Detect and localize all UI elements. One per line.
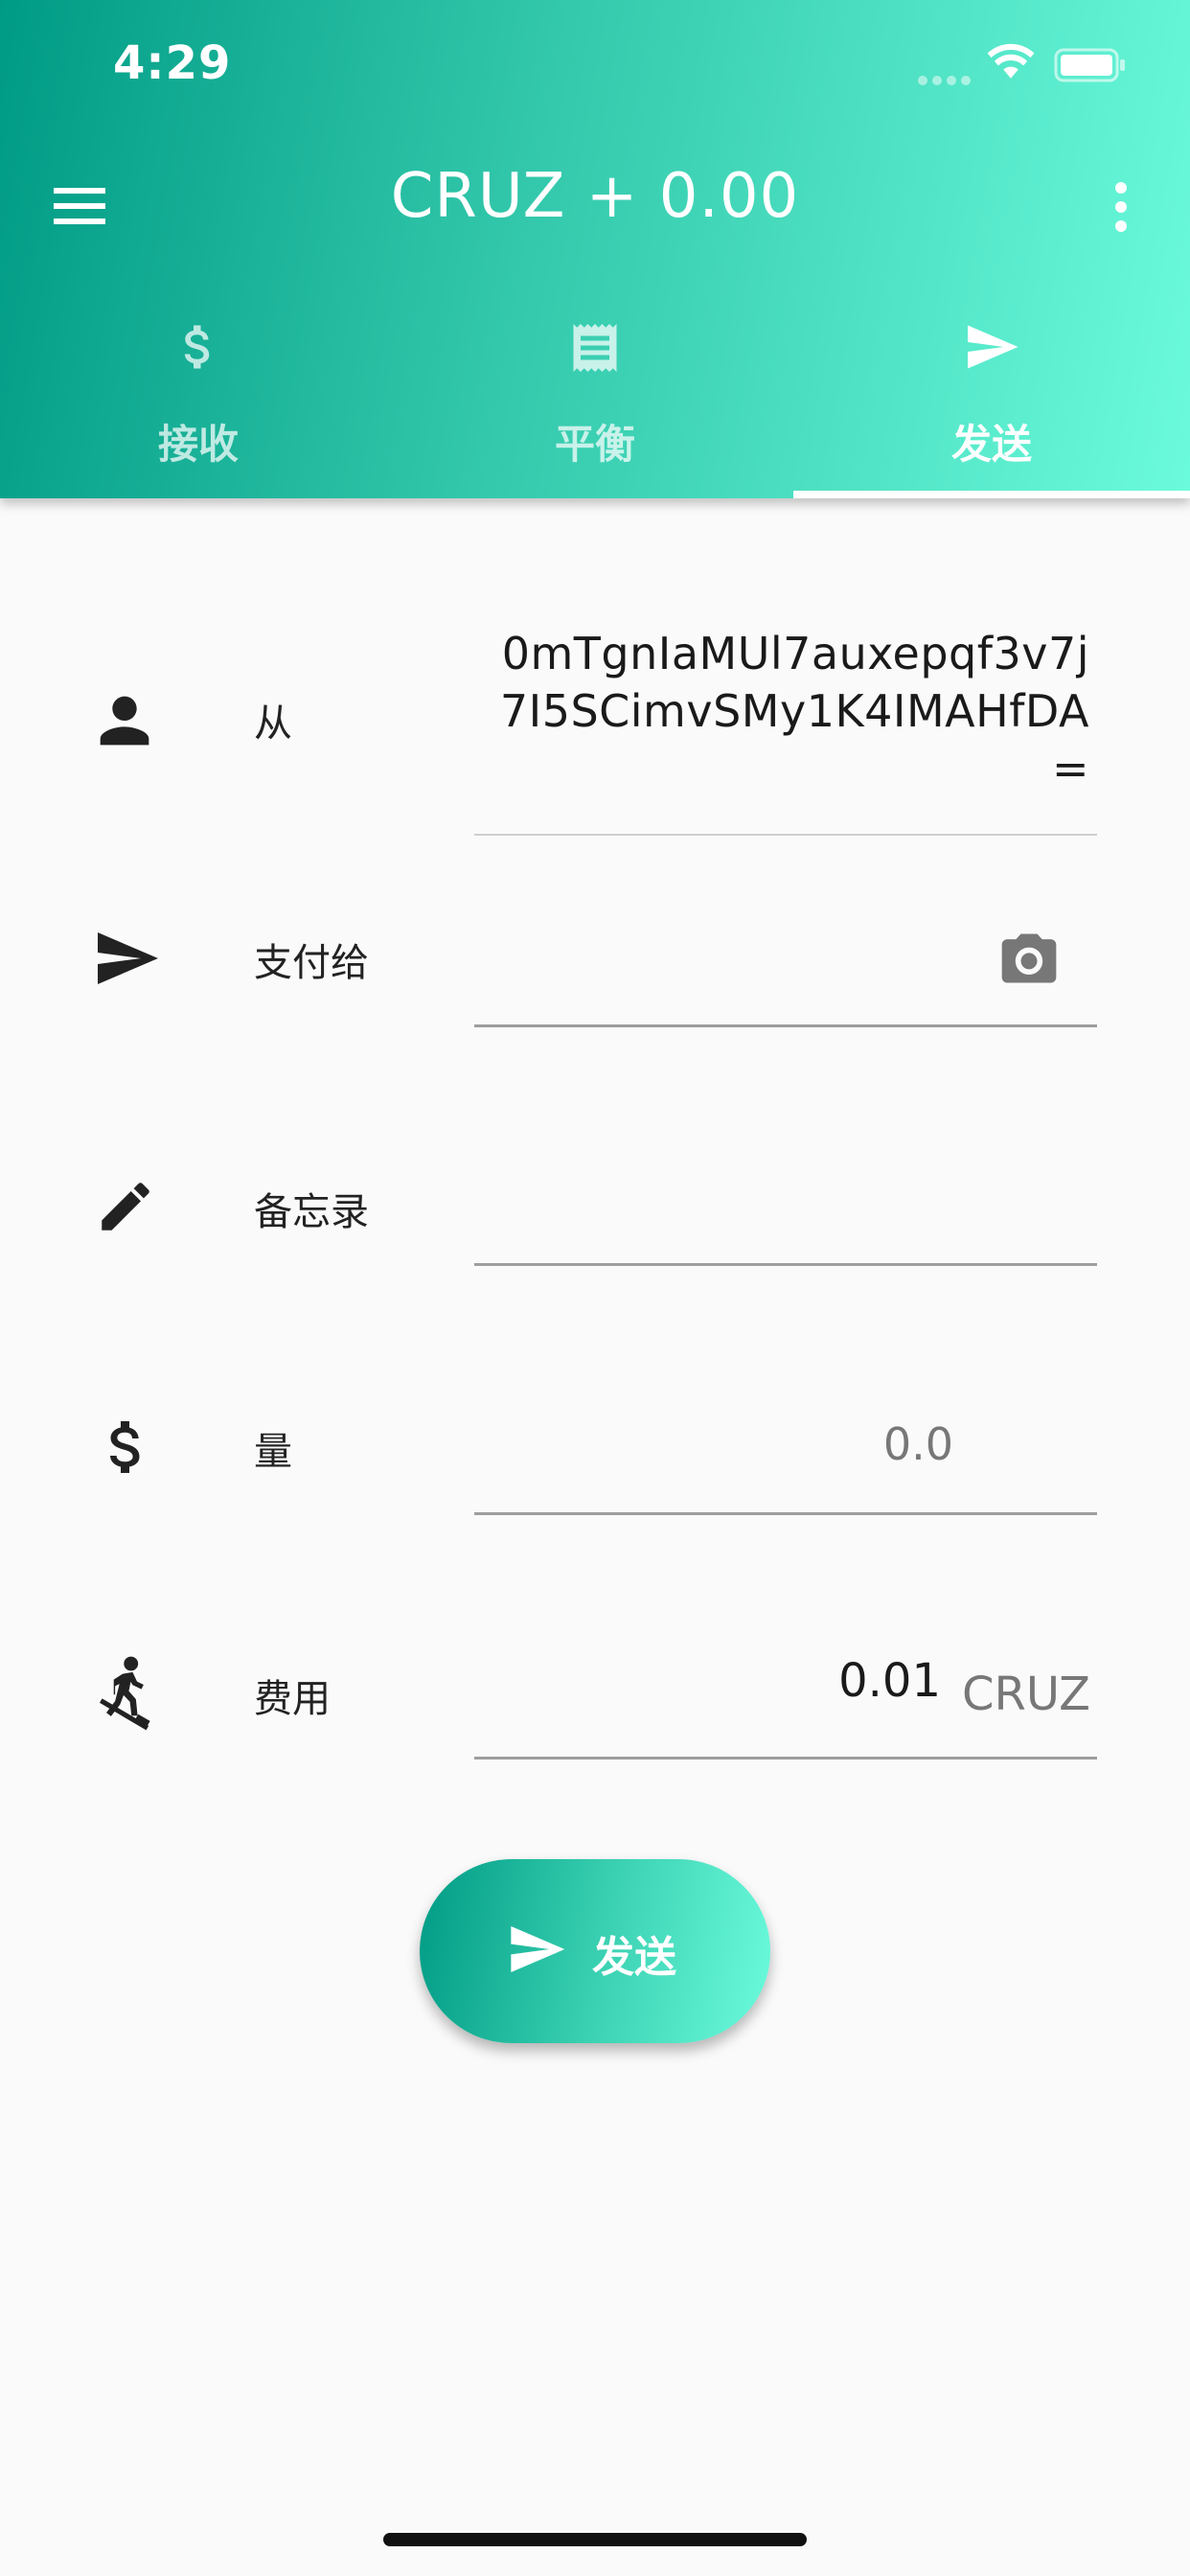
send-icon xyxy=(98,932,158,984)
pay-to-label: 支付给 xyxy=(254,941,369,985)
send-icon xyxy=(511,1926,565,1972)
from-underline xyxy=(474,834,1097,836)
send-button-label: 发送 xyxy=(592,1933,676,1982)
tab-label-send: 发送 xyxy=(950,421,1032,468)
dollar-icon xyxy=(184,325,210,369)
fee-underline xyxy=(474,1757,1097,1760)
status-time: 4:29 xyxy=(113,36,232,90)
fee-label: 费用 xyxy=(254,1677,331,1721)
home-indicator[interactable] xyxy=(383,2533,807,2546)
hiking-icon xyxy=(99,1656,150,1731)
from-label: 从 xyxy=(254,702,292,746)
amount-underline xyxy=(474,1512,1097,1515)
fee-unit: CRUZ xyxy=(962,1668,1091,1721)
memo-input[interactable] xyxy=(474,1169,1097,1246)
tab-label-receive: 接收 xyxy=(157,421,239,468)
pay-to-input[interactable] xyxy=(474,1024,1097,1027)
tab-send[interactable]: 发送 xyxy=(793,307,1190,498)
tab-balance[interactable]: 平衡 xyxy=(397,307,793,498)
fee-input[interactable]: 0.01 xyxy=(474,1654,941,1708)
signal-dots-icon xyxy=(918,71,975,89)
dollar-icon xyxy=(109,1421,140,1473)
memo-label: 备忘录 xyxy=(254,1190,369,1234)
from-address-value: 0mTgnIaMUl7auxepqf3v7j7I5SCimvSMy1K4IMAH… xyxy=(499,628,1089,794)
tab-label-balance: 平衡 xyxy=(554,421,635,468)
person-icon xyxy=(100,696,149,746)
camera-icon[interactable] xyxy=(996,926,1062,991)
wifi-icon xyxy=(987,43,1035,79)
send-button[interactable]: 发送 xyxy=(420,1859,770,2043)
more-vert-icon[interactable] xyxy=(1102,178,1140,236)
amount-input[interactable]: 0.0 xyxy=(474,1418,953,1485)
memo-underline xyxy=(474,1263,1097,1266)
send-icon xyxy=(968,325,1018,369)
battery-icon xyxy=(1054,48,1125,82)
tab-receive[interactable]: 接收 xyxy=(0,307,397,498)
amount-label: 量 xyxy=(254,1430,292,1474)
app-header: 4:29 CRUZ + 0.00 接收 平衡 发送 xyxy=(0,0,1190,498)
active-tab-indicator xyxy=(793,491,1190,498)
pencil-icon xyxy=(102,1183,149,1230)
receipt-icon xyxy=(573,324,617,372)
app-title: CRUZ + 0.00 xyxy=(390,161,800,232)
